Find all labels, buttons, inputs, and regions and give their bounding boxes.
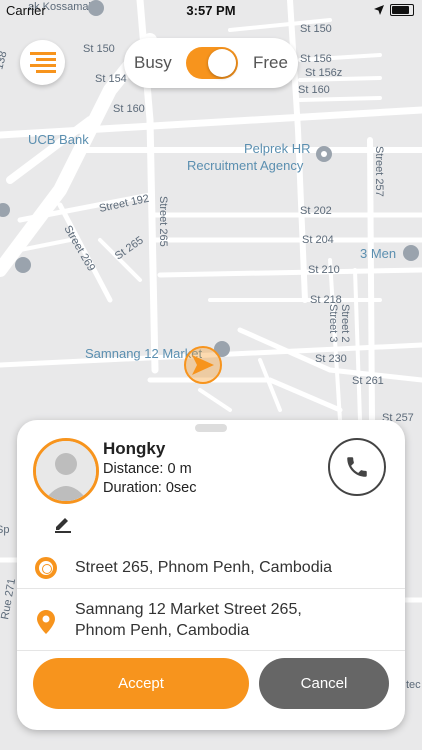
map-label: St 160 [298,84,330,96]
edit-button[interactable] [53,513,73,538]
free-label: Free [253,53,288,72]
accept-button[interactable]: Accept [33,658,249,709]
clock: 3:57 PM [186,3,236,18]
map-label: Street 3 [327,304,339,343]
destination-pin-icon [37,610,55,634]
map-label: St 156 [300,53,332,65]
availability-switch[interactable] [186,47,239,79]
car-marker[interactable] [184,346,222,384]
map-label: St 204 [302,234,334,246]
poi-pin-icon [316,146,332,162]
map-label: Street 265 [157,196,169,247]
map-label: St 261 [352,375,384,387]
avatar-icon [36,441,96,501]
map-label: Recruitment Agency [187,158,304,173]
distance-text: Distance: 0 m [103,461,192,477]
trip-request-card: Hongky Distance: 0 m Duration: 0sec Stre… [17,420,405,730]
avatar [33,438,99,504]
status-icons [374,4,414,16]
map-label: Sp [0,524,9,536]
car-marker-icon [192,355,214,375]
map-label: St 210 [308,264,340,276]
destination-row[interactable]: Samnang 12 Market Street 265, Phnom Penh… [17,590,405,651]
menu-icon [29,51,56,73]
destination-address-line2: Phnom Penh, Cambodia [75,622,250,639]
map-label: St 160 [113,103,145,115]
map-label: UCB Bank [28,132,89,147]
phone-icon [347,457,367,477]
map-label: Street 257 [373,146,385,197]
map-label: tec [406,679,421,691]
switch-knob [208,49,237,77]
map-label: St 150 [83,43,115,55]
origin-row[interactable]: Street 265, Phnom Penh, Cambodia [17,548,405,589]
call-button[interactable] [328,438,386,496]
map-label: St 154 [95,73,127,85]
destination-address-line1: Samnang 12 Market Street 265, [75,601,302,618]
poi-pin-icon [15,257,31,273]
location-arrow-icon [374,5,384,15]
poi-pin-icon [403,245,419,261]
status-bar: Carrier 3:57 PM [0,0,422,22]
cancel-button[interactable]: Cancel [259,658,389,709]
map-label: St 150 [300,23,332,35]
driver-name: Hongky [103,439,166,458]
map-label: Pelprek HR [244,141,310,156]
map-label: St 156z [305,67,342,79]
map-label: Street 2 [339,304,351,343]
map-label: St 230 [315,353,347,365]
menu-button[interactable] [20,40,65,85]
duration-text: Duration: 0sec [103,480,197,496]
map-label: St 202 [300,205,332,217]
drag-handle[interactable] [195,424,227,432]
availability-toggle: Busy Free [124,38,298,88]
busy-label: Busy [134,53,172,72]
origin-icon [35,557,57,579]
map-label: 3 Men [360,246,396,261]
origin-address: Street 265, Phnom Penh, Cambodia [75,559,333,576]
edit-icon [55,518,71,533]
battery-icon [390,4,414,16]
